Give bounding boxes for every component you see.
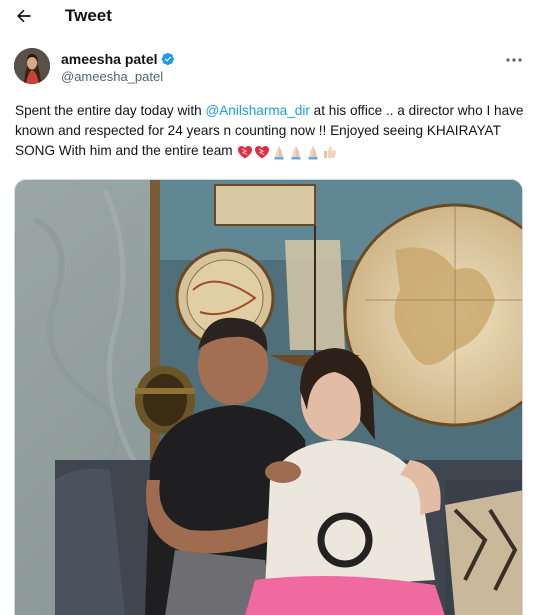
display-name[interactable]: ameesha patel — [61, 50, 158, 68]
avatar[interactable] — [14, 48, 50, 84]
tweet-body: Spent the entire day today with @Anilsha… — [15, 101, 527, 161]
top-bar: Tweet — [0, 0, 538, 34]
verified-badge-icon — [161, 52, 175, 66]
more-dots-icon — [506, 58, 522, 62]
mention-link[interactable]: @Anilsharma_dir — [205, 103, 309, 118]
back-button[interactable] — [14, 6, 34, 26]
tweet-author: ameesha patel @ameesha_patel — [0, 44, 538, 94]
photo-image — [15, 180, 522, 615]
folded-hands-icon — [308, 146, 318, 160]
thumbs-up-icon — [324, 146, 337, 158]
folded-hands-icon — [274, 146, 284, 160]
page-title: Tweet — [65, 6, 112, 25]
more-options-button[interactable] — [503, 52, 525, 68]
user-handle[interactable]: @ameesha_patel — [61, 68, 163, 85]
emoji-group — [236, 144, 338, 160]
heart-icon — [255, 146, 270, 159]
folded-hands-icon — [291, 146, 301, 160]
tweet-text-start: Spent the entire day today with — [15, 103, 206, 118]
tweet-photo[interactable] — [14, 179, 523, 615]
arrow-left-icon — [17, 9, 31, 23]
heart-icon — [238, 146, 253, 159]
